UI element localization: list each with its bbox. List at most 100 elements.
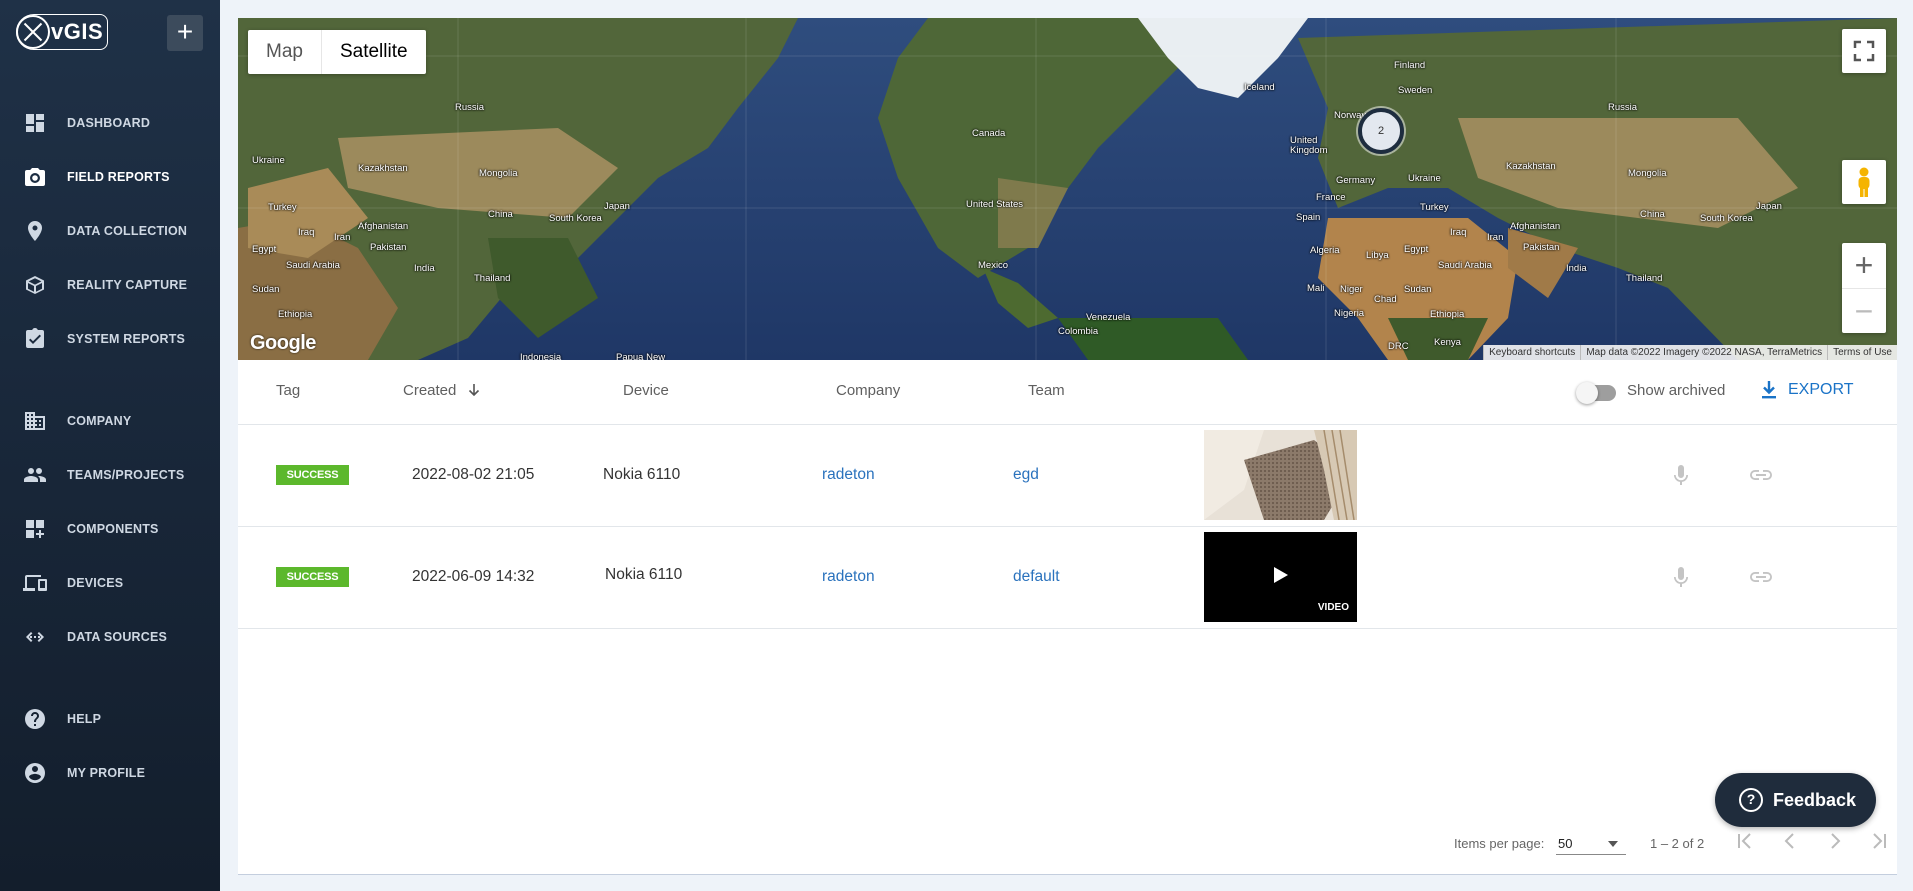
map-label: China [1640,209,1665,220]
sidebar-item-data-collection[interactable]: DATA COLLECTION [0,211,220,251]
sidebar-item-devices[interactable]: DEVICES [0,563,220,603]
code-arrows-icon [22,625,48,649]
marker-cluster[interactable]: 2 [1358,108,1404,154]
people-icon [22,463,48,487]
device-cell: Nokia 6110 [603,466,681,483]
terms-of-use-link[interactable]: Terms of Use [1827,345,1897,360]
zoom-out-button[interactable]: − [1842,288,1886,333]
dashboard-icon [22,111,48,135]
column-header-team[interactable]: Team [1028,382,1065,399]
team-link[interactable]: egd [1013,466,1039,484]
map-label: Egypt [1404,244,1429,255]
map-label: Iraq [1450,227,1467,238]
created-cell: 2022-08-02 21:05 [412,466,535,483]
map-label: Chad [1374,294,1397,305]
add-widget-icon [22,517,48,541]
first-page-button[interactable] [1730,826,1760,856]
sidebar-item-company[interactable]: COMPANY [0,401,220,441]
map-label: Ukraine [1408,173,1441,184]
vgis-logo[interactable]: vGIS [16,14,108,50]
previous-page-button[interactable] [1775,826,1805,856]
map-label: Mongolia [479,168,518,179]
satellite-map[interactable]: Finland Sweden Sweden Iceland Norway Uni… [238,18,1897,360]
photo-thumbnail[interactable] [1204,430,1357,520]
map-label: Ethiopia [1430,309,1465,320]
video-label: VIDEO [1317,602,1349,613]
column-header-tag[interactable]: Tag [276,382,300,399]
map-label: Algeria [1310,245,1340,256]
sidebar-item-dashboard[interactable]: DASHBOARD [0,103,220,143]
column-header-device[interactable]: Device [623,382,669,399]
chevron-right-icon [1831,833,1841,849]
sidebar-item-data-sources[interactable]: DATA SOURCES [0,617,220,657]
map-label: Thailand [1626,273,1663,284]
sidebar-item-field-reports[interactable]: FIELD REPORTS [0,157,220,197]
zoom-control: + − [1842,243,1886,333]
device-cell: Nokia 6110 [605,566,683,583]
status-badge: SUCCESS [276,465,349,485]
sidebar-item-help[interactable]: HELP [0,699,220,739]
cube-icon [22,273,48,297]
map-label: Russia [1608,102,1638,113]
fullscreen-button[interactable] [1842,29,1886,73]
sidebar-item-label: DATA COLLECTION [67,224,188,238]
sidebar-item-system-reports[interactable]: SYSTEM REPORTS [0,319,220,359]
street-view-button[interactable] [1842,160,1886,204]
microphone-icon[interactable] [1671,463,1691,492]
map-label: Pakistan [370,242,407,253]
table-row[interactable]: SUCCESS 2022-06-09 14:32 Nokia 6110 rade… [238,527,1897,629]
link-icon[interactable] [1748,463,1774,492]
map-label: Saudi Arabia [1438,260,1492,271]
map-label: Sudan [1404,284,1432,295]
sidebar-item-label: DATA SOURCES [67,630,168,644]
add-button[interactable]: + [167,15,203,51]
keyboard-shortcuts-link[interactable]: Keyboard shortcuts [1483,345,1581,360]
map-data-text: Map data ©2022 Imagery ©2022 NASA, Terra… [1580,345,1828,360]
show-archived-toggle[interactable] [1576,382,1616,404]
map-label: Kazakhstan [1506,161,1556,172]
zoom-in-button[interactable]: + [1842,243,1886,288]
team-link[interactable]: default [1013,568,1060,586]
export-button[interactable]: EXPORT [1760,380,1854,400]
map-label: South Korea [549,213,602,224]
chevron-left-icon [1784,833,1794,849]
video-thumbnail[interactable]: VIDEO [1204,532,1357,622]
map-label: Niger [1340,284,1363,295]
map-label: Thailand [474,273,511,284]
sidebar-item-components[interactable]: COMPONENTS [0,509,220,549]
sidebar-item-label: DASHBOARD [67,116,151,130]
map-label: Mali [1307,283,1325,294]
help-icon [22,707,48,731]
sidebar-item-teams-projects[interactable]: TEAMS/PROJECTS [0,455,220,495]
map-label: Finland [1394,60,1426,71]
column-header-created[interactable]: Created [403,382,481,399]
clipboard-check-icon [22,327,48,351]
last-page-button[interactable] [1864,826,1894,856]
link-icon[interactable] [1748,565,1774,594]
map-label: Iran [1487,232,1504,243]
created-cell: 2022-06-09 14:32 [412,568,535,585]
map-type-satellite-button[interactable]: Satellite [320,30,426,74]
location-pin-icon [22,219,48,243]
company-link[interactable]: radeton [822,466,875,484]
column-header-label: Created [403,382,457,399]
map-label: Iraq [298,227,315,238]
table-row[interactable]: SUCCESS 2022-08-02 21:05 Nokia 6110 rade… [238,425,1897,527]
sidebar-item-reality-capture[interactable]: REALITY CAPTURE [0,265,220,305]
company-link[interactable]: radeton [822,568,875,586]
items-per-page-select[interactable]: 50 [1556,831,1626,855]
map-imagery [238,18,1897,360]
column-header-company[interactable]: Company [836,382,900,399]
map-label: Turkey [268,202,297,213]
microphone-icon[interactable] [1671,565,1691,594]
sidebar-item-label: FIELD REPORTS [67,170,170,184]
show-archived-label: Show archived [1627,382,1726,399]
next-page-button[interactable] [1820,826,1850,856]
sidebar-item-my-profile[interactable]: MY PROFILE [0,753,220,793]
map-label: Kazakhstan [358,163,408,174]
sidebar-item-label: REALITY CAPTURE [67,278,188,292]
map-type-map-button[interactable]: Map [248,30,321,74]
map-label: Afghanistan [358,221,409,232]
map-label: Nigeria [1334,308,1365,319]
feedback-button[interactable]: ? Feedback [1715,773,1876,827]
